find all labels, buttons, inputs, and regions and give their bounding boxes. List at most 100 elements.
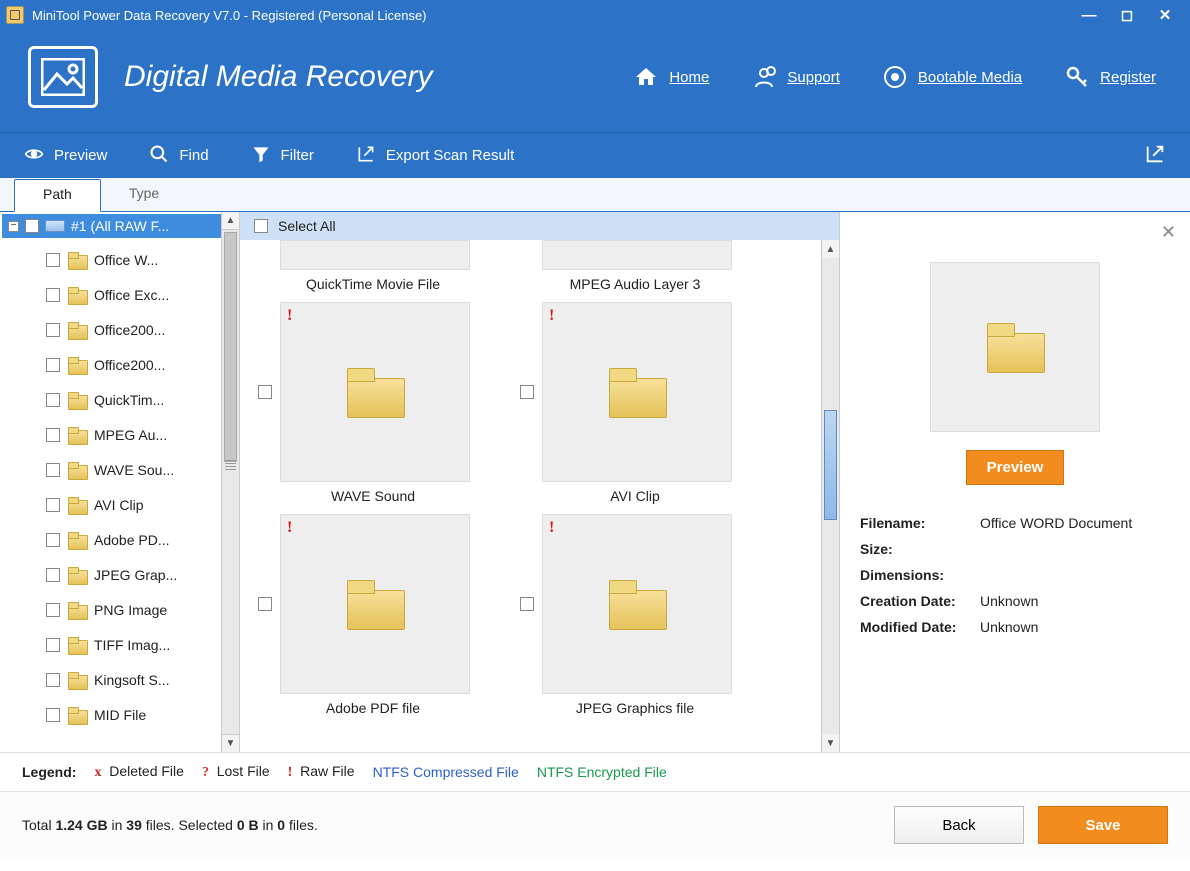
maximize-button[interactable]: ◻ [1108,1,1146,29]
home-icon [633,64,659,90]
detail-pane: ✕ Preview Filename:Office WORD Document … [840,212,1190,752]
tree-item[interactable]: PNG Image [46,592,221,627]
back-button[interactable]: Back [894,806,1024,844]
folder-icon [68,322,86,338]
tree-item-checkbox[interactable] [46,428,60,442]
tree-item[interactable]: AVI Clip [46,487,221,522]
scroll-down-icon[interactable]: ▼ [822,734,839,752]
lost-icon: ? [202,765,209,780]
scroll-thumb[interactable] [824,410,837,520]
item-checkbox[interactable] [520,597,534,611]
raw-mark-icon: ! [287,307,292,325]
tree-item[interactable]: Office Exc... [46,277,221,312]
tree-item-checkbox[interactable] [46,323,60,337]
tree-item-checkbox[interactable] [46,673,60,687]
folder-icon [68,252,86,268]
folder-icon [68,532,86,548]
tree-item-checkbox[interactable] [46,568,60,582]
scroll-up-icon[interactable]: ▲ [822,240,839,258]
folder-icon [347,580,403,628]
legend-lost: Lost File [217,763,270,779]
filter-icon [251,144,271,168]
tree-item[interactable]: Office200... [46,347,221,382]
creation-value: Unknown [980,593,1038,609]
tree-item-checkbox[interactable] [46,638,60,652]
scroll-down-icon[interactable]: ▼ [222,734,239,752]
minimize-button[interactable]: — [1070,1,1108,29]
tree-item[interactable]: MPEG Au... [46,417,221,452]
thumbnail[interactable] [542,240,732,270]
tree-item[interactable]: QuickTim... [46,382,221,417]
tree-item-checkbox[interactable] [46,533,60,547]
export-icon [356,144,376,168]
export-button[interactable]: Export Scan Result [356,144,514,168]
select-all-checkbox[interactable] [254,219,268,233]
tab-type[interactable]: Type [101,179,187,212]
tree-item-label: Office200... [94,322,165,338]
thumbnail-caption: JPEG Graphics file [520,694,750,726]
nav-home[interactable]: Home [633,64,709,90]
folder-icon [347,368,403,416]
tree-item[interactable]: TIFF Imag... [46,627,221,662]
tree-item-label: TIFF Imag... [94,637,170,653]
tab-path[interactable]: Path [14,179,101,212]
tree-item-checkbox[interactable] [46,253,60,267]
tree-item-label: Office W... [94,252,158,268]
collapse-icon[interactable]: − [8,221,19,232]
tree-scrollbar[interactable]: ▲ ▼ [221,212,239,752]
folder-icon [68,427,86,443]
folder-icon [987,323,1043,371]
eye-icon [24,144,44,168]
thumbnail-caption: MPEG Audio Layer 3 [520,270,750,302]
tree-item-checkbox[interactable] [46,603,60,617]
folder-icon [68,602,86,618]
nav-register[interactable]: Register [1064,64,1156,90]
thumbnail[interactable] [280,240,470,270]
folder-icon [68,392,86,408]
tree-root-checkbox[interactable] [25,219,39,233]
nav-support[interactable]: Support [751,64,840,90]
tree-item[interactable]: JPEG Grap... [46,557,221,592]
item-checkbox[interactable] [520,385,534,399]
nav-register-label: Register [1100,69,1156,86]
thumbnail-caption: WAVE Sound [258,482,488,514]
item-checkbox[interactable] [258,385,272,399]
legend-raw: Raw File [300,763,354,779]
thumbnail[interactable]: ! [280,302,470,482]
tree-item-label: Office200... [94,357,165,373]
thumbnail[interactable]: ! [542,302,732,482]
tree-item-checkbox[interactable] [46,708,60,722]
nav-bootable[interactable]: Bootable Media [882,64,1022,90]
close-button[interactable]: ✕ [1146,1,1184,29]
grid-scrollbar[interactable]: ▲ ▼ [821,240,839,752]
item-checkbox[interactable] [258,597,272,611]
scroll-thumb[interactable] [224,232,237,462]
tree-item[interactable]: Office W... [46,242,221,277]
tree-item[interactable]: WAVE Sou... [46,452,221,487]
preview-button[interactable]: Preview [24,144,107,168]
preview-button-large[interactable]: Preview [966,450,1065,485]
tree-item[interactable]: Kingsoft S... [46,662,221,697]
find-button[interactable]: Find [149,144,208,168]
tree-item-checkbox[interactable] [46,288,60,302]
tree-item-checkbox[interactable] [46,498,60,512]
tree-item[interactable]: Adobe PD... [46,522,221,557]
tree-item-checkbox[interactable] [46,393,60,407]
tree-item[interactable]: MID File [46,697,221,732]
tree-item-checkbox[interactable] [46,358,60,372]
share-button[interactable] [1144,143,1166,169]
tree-root[interactable]: − #1 (All RAW F... [2,214,221,238]
save-button[interactable]: Save [1038,806,1168,844]
tree-item[interactable]: Office200... [46,312,221,347]
thumbnail-caption: AVI Clip [520,482,750,514]
scroll-up-icon[interactable]: ▲ [222,212,239,230]
thumbnail-caption: Adobe PDF file [258,694,488,726]
thumbnail[interactable]: ! [542,514,732,694]
filter-button[interactable]: Filter [251,144,314,168]
tree-item-checkbox[interactable] [46,463,60,477]
drive-icon [45,220,65,232]
thumbnail[interactable]: ! [280,514,470,694]
raw-icon: ! [288,765,293,780]
find-label: Find [179,147,208,164]
close-detail-button[interactable]: ✕ [1161,222,1176,243]
